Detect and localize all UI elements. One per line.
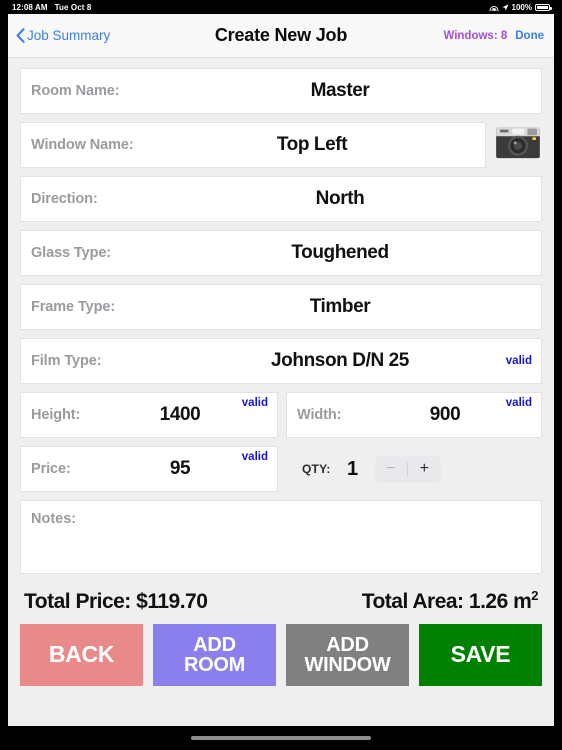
quantity-value: 1 — [347, 457, 359, 480]
quantity-group: QTY: 1 − + — [286, 446, 542, 492]
glass-type-field[interactable]: Glass Type: Toughened — [20, 230, 542, 276]
price-valid-badge: valid — [241, 451, 268, 463]
film-type-label: Film Type: — [31, 353, 102, 369]
notes-label: Notes: — [31, 511, 77, 527]
window-name-label: Window Name: — [31, 137, 134, 153]
done-button[interactable]: Done — [515, 30, 544, 42]
frame-type-label: Frame Type: — [31, 299, 116, 315]
quantity-decrement-button[interactable]: − — [375, 456, 408, 483]
action-button-bar: BACK ADD ROOM ADD WINDOW SAVE — [8, 624, 554, 686]
frame-type-row: Frame Type: Timber — [20, 284, 542, 330]
price-field[interactable]: Price: 95 valid — [20, 446, 278, 492]
width-label: Width: — [297, 407, 342, 423]
status-time: 12:08 AM — [12, 2, 48, 12]
add-room-button[interactable]: ADD ROOM — [153, 624, 276, 686]
width-field[interactable]: Width: 900 valid — [286, 392, 542, 438]
frame-type-value: Timber — [309, 296, 371, 317]
location-arrow-icon — [501, 3, 509, 11]
window-name-field[interactable]: Window Name: Top Left — [20, 122, 486, 168]
film-type-row: Film Type: Johnson D/N 25 valid — [20, 338, 542, 384]
room-name-field[interactable]: Room Name: Master — [20, 68, 542, 114]
navigation-bar: Job Summary Create New Job Windows: 8 Do… — [8, 14, 554, 58]
price-label: Price: — [31, 461, 71, 477]
height-field[interactable]: Height: 1400 valid — [20, 392, 278, 438]
job-form: Room Name: Master Window Name: Top Left — [8, 58, 554, 614]
notes-field[interactable]: Notes: — [20, 500, 542, 574]
glass-type-row: Glass Type: Toughened — [20, 230, 542, 276]
frame-type-field[interactable]: Frame Type: Timber — [20, 284, 542, 330]
quantity-increment-button[interactable]: + — [408, 456, 441, 483]
total-price-label: Total Price: $119.70 — [24, 590, 208, 613]
navigation-bar-right: Windows: 8 Done — [443, 30, 544, 42]
window-name-row: Window Name: Top Left — [20, 122, 542, 168]
glass-type-value: Toughened — [291, 242, 389, 263]
back-button[interactable]: BACK — [20, 624, 143, 686]
wifi-icon — [489, 4, 499, 11]
home-indicator-bar — [0, 726, 562, 750]
width-valid-badge: valid — [505, 397, 532, 409]
camera-icon — [495, 122, 541, 165]
direction-field[interactable]: Direction: North — [20, 176, 542, 222]
direction-label: Direction: — [31, 191, 98, 207]
windows-count-badge: Windows: 8 — [443, 29, 508, 42]
direction-row: Direction: North — [20, 176, 542, 222]
status-bar-right: 100% — [489, 2, 552, 12]
app-screen: Job Summary Create New Job Windows: 8 Do… — [8, 14, 554, 726]
totals-row: Total Price: $119.70 Total Area: 1.26 m2 — [20, 582, 542, 614]
add-window-button[interactable]: ADD WINDOW — [286, 624, 409, 686]
quantity-stepper[interactable]: − + — [374, 455, 441, 483]
film-type-field[interactable]: Film Type: Johnson D/N 25 valid — [20, 338, 542, 384]
film-type-valid-badge: valid — [505, 355, 532, 367]
battery-percent-label: 100% — [511, 2, 532, 12]
height-label: Height: — [31, 407, 81, 423]
save-button[interactable]: SAVE — [419, 624, 542, 686]
glass-type-label: Glass Type: — [31, 245, 112, 261]
direction-value: North — [315, 188, 365, 209]
film-type-value: Johnson D/N 25 — [271, 350, 409, 371]
status-bar: 12:08 AM Tue Oct 8 100% — [0, 0, 562, 14]
status-date: Tue Oct 8 — [54, 2, 92, 12]
device-frame: 12:08 AM Tue Oct 8 100% Job Summary Crea… — [0, 0, 562, 750]
price-qty-row: Price: 95 valid QTY: 1 − + — [20, 446, 542, 492]
height-valid-badge: valid — [241, 397, 268, 409]
quantity-label: QTY: — [302, 462, 331, 476]
height-width-row: Height: 1400 valid Width: 900 valid — [20, 392, 542, 438]
window-name-value: Top Left — [276, 134, 348, 155]
status-bar-left: 12:08 AM Tue Oct 8 — [12, 3, 91, 12]
total-area-label: Total Area: 1.26 m2 — [361, 588, 539, 613]
battery-full-icon — [535, 3, 552, 11]
area-unit-exponent: 2 — [531, 588, 538, 603]
room-name-label: Room Name: — [31, 83, 120, 99]
room-name-row: Room Name: Master — [20, 68, 542, 114]
camera-button[interactable] — [494, 122, 542, 164]
room-name-value: Master — [310, 80, 370, 101]
